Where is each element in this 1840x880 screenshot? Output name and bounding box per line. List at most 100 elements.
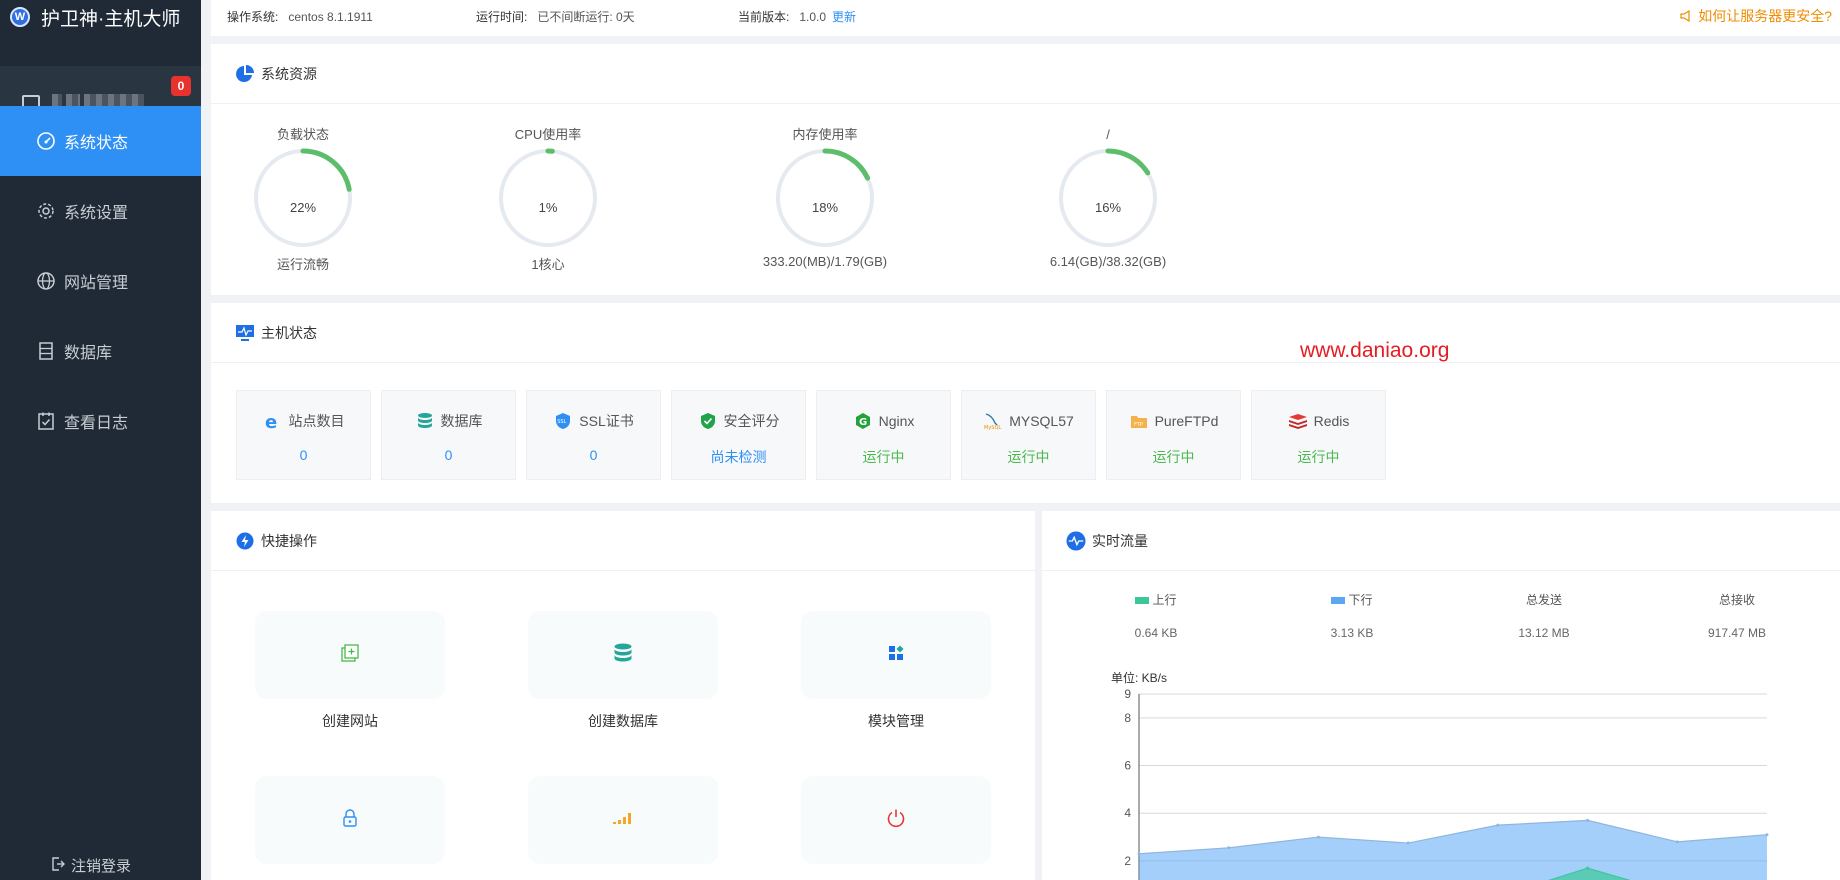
up-value: 0.64 KB [1134,626,1178,640]
chart-point [1406,841,1410,845]
card-value: 0 [589,447,598,463]
power-icon [885,807,907,834]
sidebar-item-system-settings[interactable]: 系统设置 [0,176,201,246]
chart-point [1586,818,1590,822]
create-database-label: 创建数据库 [588,713,658,729]
ie-icon: e [263,411,283,431]
gauge-icon [36,131,56,151]
stats-tool-button[interactable] [528,776,718,864]
sidebar-item-label: 系统设置 [64,205,129,222]
gauge-sub: 6.14(GB)/38.32(GB) [1049,254,1167,269]
card-redis[interactable]: Redis 运行中 [1251,390,1386,480]
sidebar-item-system-status[interactable]: 系统状态 [0,106,201,176]
logout-button[interactable]: 注销登录 [50,855,131,876]
gauge-sub: 333.20(MB)/1.79(GB) [762,254,888,269]
chart-point [1316,835,1320,839]
card-label: 安全评分 [723,413,780,429]
sidebar-item-label: 查看日志 [64,415,129,432]
svg-text:G: G [859,417,867,428]
card-value: 0 [299,447,308,463]
security-shield-icon [698,411,718,431]
gauge-sub: 1核心 [531,257,565,272]
recv-value: 917.47 MB [1707,626,1767,640]
redis-icon [1288,411,1308,431]
sidebar-item-view-logs[interactable]: 查看日志 [0,386,201,456]
card-nginx[interactable]: G Nginx 运行中 [816,390,951,480]
gauge-cpu: CPU使用率 1% 1核心 [473,124,623,273]
log-icon [36,411,56,431]
chart-point [1496,823,1500,827]
up-label: 上行 [1152,593,1177,607]
traffic-header: 实时流量 [1042,511,1840,571]
gauge-disk: / 16% 6.14(GB)/38.32(GB) [1013,124,1203,269]
total-sent-stat: 总发送 13.12 MB [1454,591,1634,640]
update-link[interactable]: 更新 [832,10,856,24]
card-database[interactable]: 数据库 0 [381,390,516,480]
card-security-score[interactable]: 安全评分 尚未检测 [671,390,806,480]
gauge-memory: 内存使用率 18% 333.20(MB)/1.79(GB) [730,124,920,269]
os-info: 操作系统: centos 8.1.1911 [227,8,373,25]
mysql-icon: MySQL [983,411,1003,431]
create-database-icon [612,642,634,669]
chart-point [1765,833,1769,837]
create-site-button[interactable] [255,611,445,699]
host-status-title: 主机状态 [261,324,317,341]
up-legend-swatch [1135,597,1150,605]
chart-y-tick-label: 9 [1124,687,1131,701]
gauge-label: 内存使用率 [792,127,858,142]
quick-ops-header: 快捷操作 [211,511,1035,571]
card-value: 运行中 [862,449,905,465]
version-value: 1.0.0 [799,10,827,24]
top-info-bar: 操作系统: centos 8.1.1911 运行时间: 已不间断运行: 0天 当前版… [211,0,1840,36]
notification-badge[interactable]: 0 [171,76,191,96]
sidebar-item-database[interactable]: 数据库 [0,316,201,386]
module-management-button[interactable] [801,611,991,699]
sidebar-item-label: 数据库 [64,345,113,362]
system-resources-panel: 系统资源 负载状态 22% 运行流畅 CPU使用率 1% 1核心 内存使用率 1… [211,44,1840,295]
card-label: Redis [1313,413,1350,429]
svg-text:FTP: FTP [1134,422,1143,428]
host-status-panel: 主机状态 e 站点数目 0 数据库 0 SSL SSL证书 0 安全评分 尚未检测 … [211,303,1840,503]
card-mysql[interactable]: MySQL MYSQL57 运行中 [961,390,1096,480]
traffic-down-stat: 下行 3.13 KB [1262,591,1442,640]
sidebar: W 护卫神·主机大师 0 系统状态 系统设置 网站管理 数据库 查看日志 注销登… [0,0,201,880]
chart-point [1227,846,1231,850]
logout-label: 注销登录 [71,858,132,875]
power-button[interactable] [801,776,991,864]
sidebar-item-website-management[interactable]: 网站管理 [0,246,201,316]
card-value: 运行中 [1152,449,1195,465]
os-label: 操作系统: [227,10,279,24]
module-management-label: 模块管理 [868,713,924,729]
modules-icon [887,644,905,667]
sidebar-nav: 系统状态 系统设置 网站管理 数据库 查看日志 [0,106,201,456]
ftp-icon: FTP [1129,411,1149,431]
card-pureftpd[interactable]: FTP PureFTPd 运行中 [1106,390,1241,480]
chart-point [1137,852,1141,856]
ssl-shield-icon: SSL [553,411,573,431]
card-site-count[interactable]: e 站点数目 0 [236,390,371,480]
megaphone-icon [1680,8,1698,24]
card-label: SSL证书 [579,413,634,429]
create-database-button[interactable] [528,611,718,699]
security-tip-link[interactable]: 如何让服务器更安全? [1680,6,1832,26]
lock-tool-button[interactable] [255,776,445,864]
create-site-icon [339,642,361,669]
version-info: 当前版本: 1.0.0 更新 [738,8,856,25]
card-ssl[interactable]: SSL SSL证书 0 [526,390,661,480]
chart-y-tick-label: 4 [1124,806,1131,820]
quick-ops-title: 快捷操作 [261,532,317,549]
chart-y-tick-label: 8 [1124,711,1131,725]
gear-icon [36,201,56,221]
sent-label: 总发送 [1525,593,1562,607]
uptime-value: 已不间断运行: 0天 [537,10,635,24]
traffic-title: 实时流量 [1092,532,1148,549]
lightning-icon [235,531,255,551]
app-brand: W 护卫神·主机大师 [0,0,201,34]
database-icon [415,411,435,431]
lock-icon [340,808,360,833]
chart-unit-label: 单位: KB/s [1111,670,1167,685]
card-value: 运行中 [1007,449,1050,465]
card-value: 0 [444,447,453,463]
total-received-stat: 总接收 917.47 MB [1647,591,1827,640]
globe-icon [36,271,56,291]
